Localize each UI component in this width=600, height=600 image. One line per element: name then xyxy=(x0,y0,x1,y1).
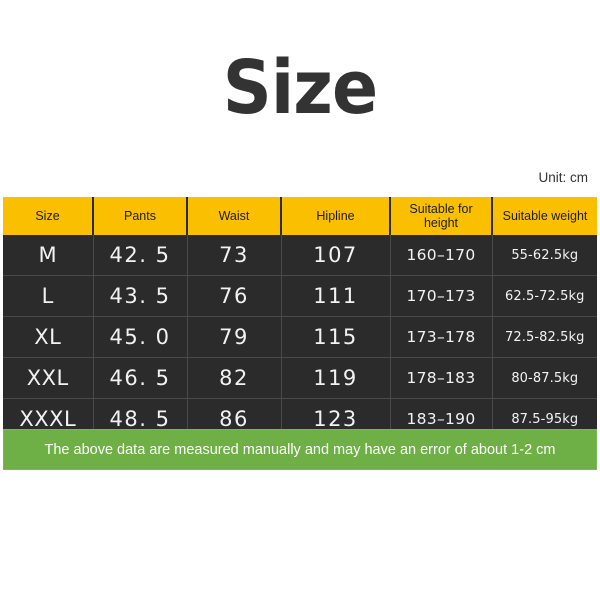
column-header-suitable-for-height: Suitable for height xyxy=(390,197,493,235)
cell-weight: 62.5-72.5kg xyxy=(492,275,597,317)
column-header-waist: Waist xyxy=(187,197,282,235)
table-row: L 43. 5 76 111 170–173 62.5-72.5kg xyxy=(3,275,597,317)
table-row: XL 45. 0 79 115 173–178 72.5-82.5kg xyxy=(3,316,597,358)
table-row: M 42. 5 73 107 160–170 55-62.5kg xyxy=(3,235,597,276)
cell-size: XXL xyxy=(3,357,94,399)
cell-weight: 55-62.5kg xyxy=(492,235,597,276)
cell-height: 170–173 xyxy=(390,275,493,317)
size-chart-page: Size Unit: cm Size Pants Waist Hipline S… xyxy=(0,0,600,600)
table-row: XXL 46. 5 82 119 178–183 80-87.5kg xyxy=(3,357,597,399)
column-header-hipline: Hipline xyxy=(281,197,391,235)
cell-weight: 80-87.5kg xyxy=(492,357,597,399)
cell-size: XL xyxy=(3,316,94,358)
table-header-row: Size Pants Waist Hipline Suitable for he… xyxy=(3,197,597,235)
column-header-size: Size xyxy=(3,197,94,235)
measurement-disclaimer-note: The above data are measured manually and… xyxy=(3,429,597,470)
cell-size: M xyxy=(3,235,94,276)
cell-height: 173–178 xyxy=(390,316,493,358)
cell-pants: 42. 5 xyxy=(93,235,188,276)
cell-waist: 79 xyxy=(187,316,282,358)
cell-pants: 43. 5 xyxy=(93,275,188,317)
cell-waist: 76 xyxy=(187,275,282,317)
cell-hipline: 111 xyxy=(281,275,391,317)
cell-height: 178–183 xyxy=(390,357,493,399)
size-table: Size Pants Waist Hipline Suitable for he… xyxy=(3,197,597,439)
cell-weight: 72.5-82.5kg xyxy=(492,316,597,358)
table-header: Size Pants Waist Hipline Suitable for he… xyxy=(3,197,597,235)
size-table-container: Size Pants Waist Hipline Suitable for he… xyxy=(3,197,597,439)
cell-height: 160–170 xyxy=(390,235,493,276)
cell-waist: 82 xyxy=(187,357,282,399)
cell-pants: 45. 0 xyxy=(93,316,188,358)
cell-hipline: 115 xyxy=(281,316,391,358)
table-body: M 42. 5 73 107 160–170 55-62.5kg L 43. 5… xyxy=(3,235,597,439)
cell-size: L xyxy=(3,275,94,317)
page-title: Size xyxy=(222,45,378,131)
unit-label: Unit: cm xyxy=(538,170,588,185)
cell-pants: 46. 5 xyxy=(93,357,188,399)
cell-hipline: 107 xyxy=(281,235,391,276)
cell-waist: 73 xyxy=(187,235,282,276)
column-header-suitable-weight: Suitable weight xyxy=(492,197,597,235)
cell-hipline: 119 xyxy=(281,357,391,399)
column-header-pants: Pants xyxy=(93,197,188,235)
